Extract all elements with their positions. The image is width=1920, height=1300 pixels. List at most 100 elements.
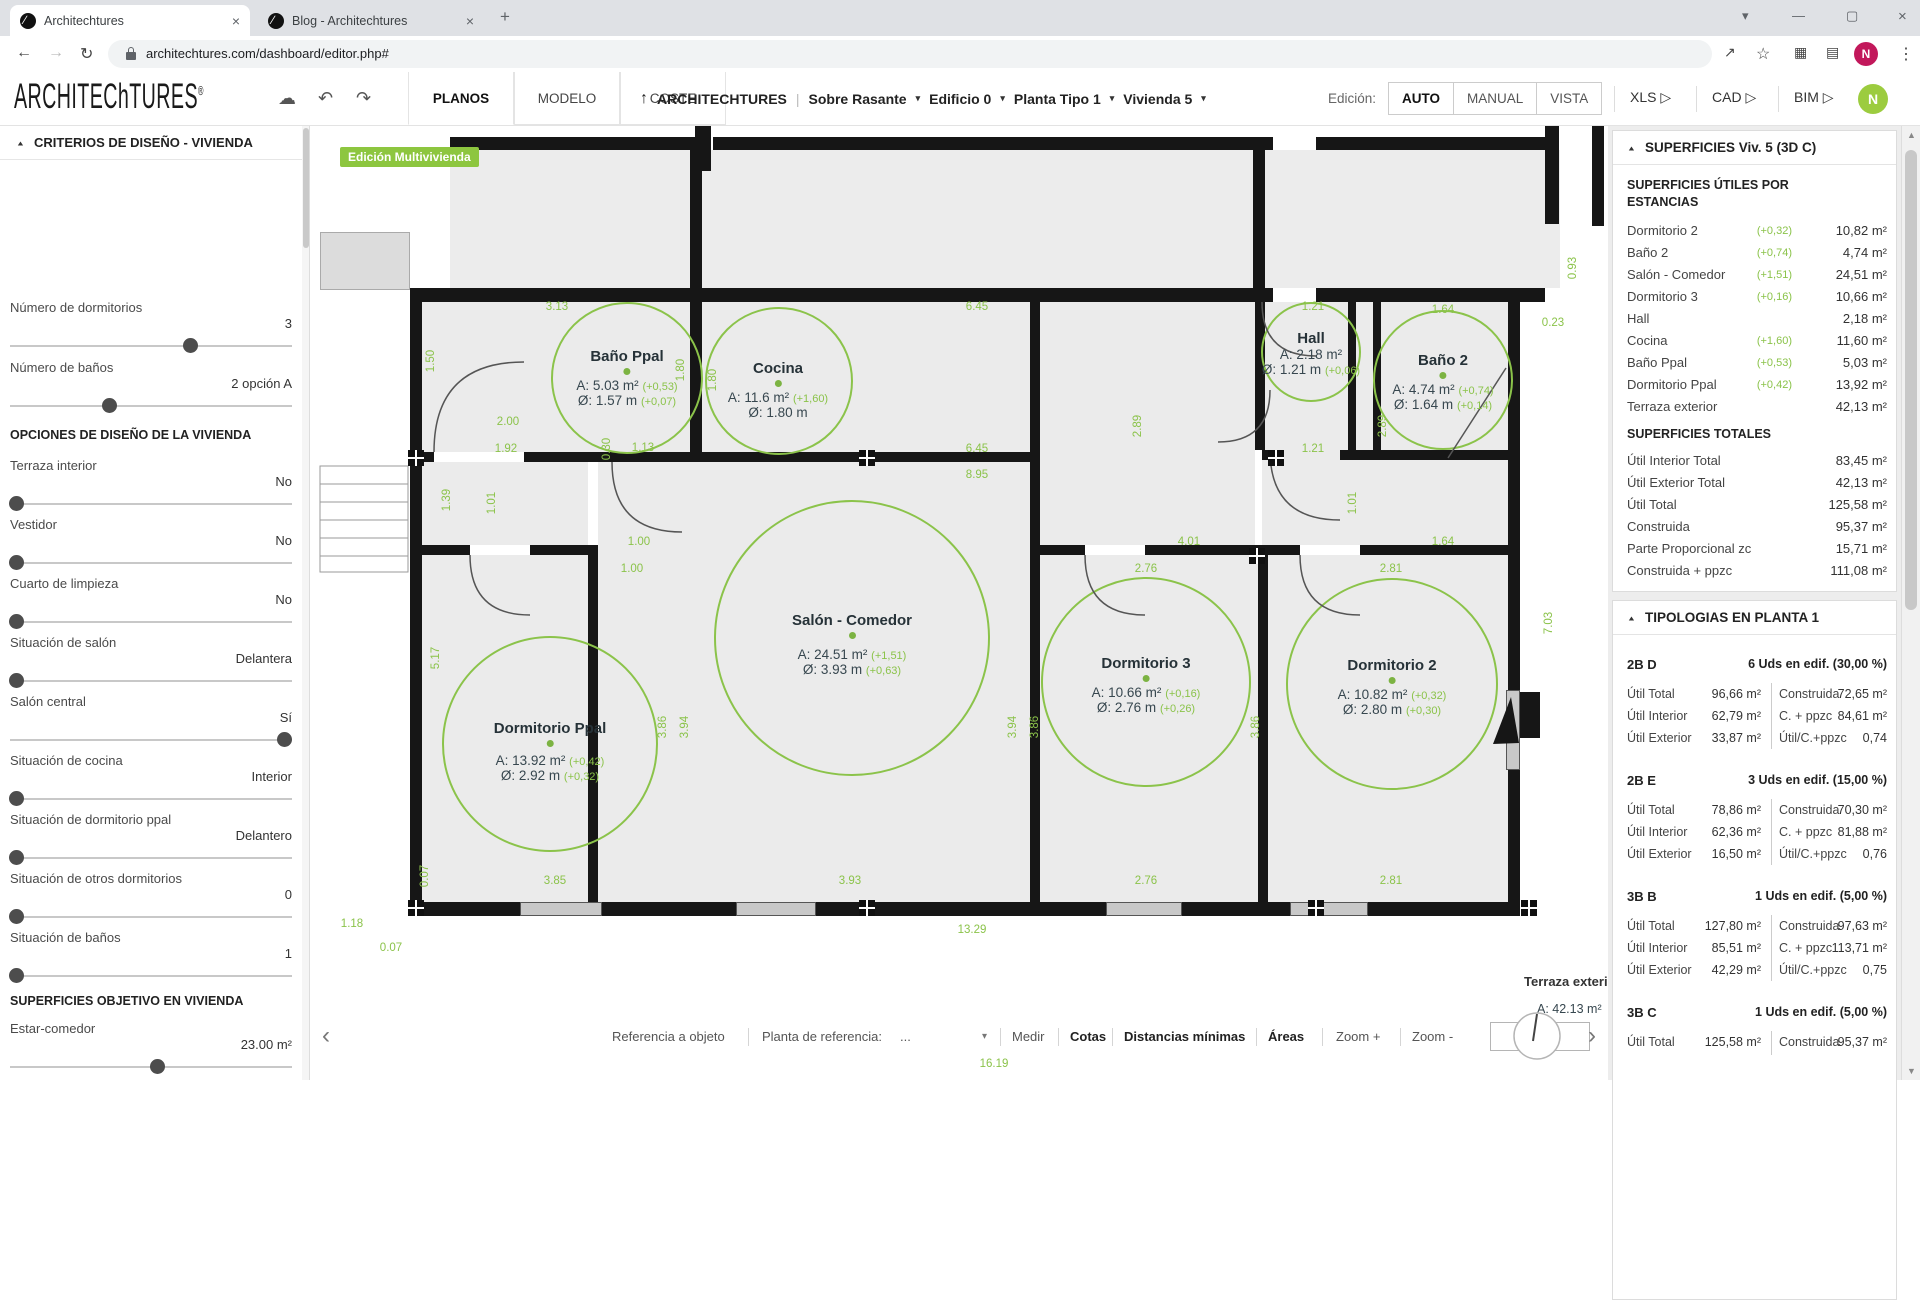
collapse-icon[interactable]: ▲ — [16, 139, 25, 147]
dimension-label: 13.29 — [958, 924, 987, 936]
mode-auto[interactable]: AUTO — [1389, 83, 1454, 114]
wall — [1040, 545, 1085, 555]
scroll-up-icon[interactable]: ▲ — [1907, 130, 1916, 140]
breadcrumb-planta[interactable]: Planta Tipo 1 — [1014, 91, 1101, 107]
scroll-down-icon[interactable]: ▼ — [1907, 1066, 1916, 1076]
collapse-left-panel-icon[interactable]: ‹ — [322, 1022, 330, 1050]
collapse-right-panel-icon[interactable]: › — [1588, 1022, 1596, 1050]
slider-track[interactable] — [10, 621, 292, 623]
edition-mode-switch: AUTO MANUAL VISTA — [1388, 82, 1602, 115]
wall — [524, 452, 702, 462]
dimension-label: 1.18 — [341, 918, 363, 930]
tab-planos[interactable]: PLANOS — [408, 72, 514, 125]
slider-thumb[interactable] — [9, 791, 24, 806]
export-xls-button[interactable]: XLS ▷ — [1630, 89, 1671, 106]
slider-thumb[interactable] — [150, 1059, 165, 1074]
slider-row: Número de dormitorios3 — [10, 298, 292, 356]
chevron-down-icon[interactable]: ▾ — [982, 1020, 987, 1054]
corridor-floor[interactable] — [1040, 302, 1255, 545]
slider-thumb[interactable] — [277, 732, 292, 747]
dimension-label: 1.64 — [1432, 304, 1454, 316]
slider-thumb[interactable] — [102, 398, 117, 413]
dimension-label: 8.95 — [966, 469, 988, 481]
measure-button[interactable]: Medir — [1012, 1020, 1045, 1054]
dimension-label: 2.89 — [1377, 415, 1389, 437]
divider — [1614, 86, 1615, 112]
slider-track[interactable] — [10, 345, 292, 347]
chevron-down-icon[interactable]: ▾ — [1201, 93, 1206, 104]
reference-plan-select[interactable]: ... — [900, 1020, 911, 1054]
breadcrumb-brand[interactable]: ARCHITECHTURES — [657, 91, 787, 107]
terrace-label: Terraza exterior — [1524, 974, 1621, 989]
slider-thumb[interactable] — [9, 968, 24, 983]
card-header[interactable]: ▲ TIPOLOGIAS EN PLANTA 1 — [1613, 601, 1896, 635]
slider-track[interactable] — [10, 562, 292, 564]
slider-track[interactable] — [10, 857, 292, 859]
wall — [1592, 116, 1604, 226]
dimension-label: 3.85 — [544, 875, 566, 887]
areas-toggle[interactable]: Áreas — [1268, 1020, 1304, 1054]
dimension-label: 6.45 — [966, 443, 988, 455]
collapse-icon[interactable]: ▲ — [1627, 614, 1636, 622]
tab-modelo[interactable]: MODELO — [514, 72, 620, 125]
room-label: Salón - Comedor A: 24.51 m² (+1,51) Ø: 3… — [792, 612, 912, 677]
room-label: Baño 2 A: 4.74 m² (+0,74) Ø: 1.64 m (+0,… — [1392, 352, 1493, 412]
slider-thumb[interactable] — [9, 850, 24, 865]
undo-icon[interactable]: ↶ — [318, 88, 333, 109]
slider-thumb[interactable] — [9, 555, 24, 570]
room-center-dot — [1440, 372, 1447, 379]
left-panel-scrollbar[interactable] — [302, 126, 310, 1080]
card-header[interactable]: ▲ SUPERFICIES Viv. 5 (3D C) — [1613, 131, 1896, 165]
slider-thumb[interactable] — [183, 338, 198, 353]
export-bim-button[interactable]: BIM ▷ — [1794, 89, 1834, 106]
slider-track[interactable] — [10, 503, 292, 505]
cloud-upload-icon[interactable]: ☁ — [278, 88, 296, 109]
dimensions-toggle[interactable]: Cotas — [1070, 1020, 1106, 1054]
snap-to-object-toggle[interactable]: Referencia a objeto — [612, 1020, 725, 1054]
section-header: OPCIONES DE DISEÑO DE LA VIVIENDA — [10, 428, 251, 442]
slider-thumb[interactable] — [9, 496, 24, 511]
slider-row: Situación de baños1 — [10, 928, 292, 986]
scrollbar-thumb[interactable] — [1905, 150, 1917, 610]
chevron-down-icon[interactable]: ▾ — [916, 93, 921, 104]
scrollbar-thumb[interactable] — [303, 128, 309, 248]
collapse-icon[interactable]: ▲ — [1627, 144, 1636, 152]
slider-track[interactable] — [10, 405, 292, 407]
divider — [1778, 86, 1779, 112]
slider-track[interactable] — [10, 916, 292, 918]
slider-track[interactable] — [10, 680, 292, 682]
slider-track[interactable] — [10, 798, 292, 800]
slider-track[interactable] — [10, 739, 292, 741]
export-cad-button[interactable]: CAD ▷ — [1712, 89, 1756, 106]
slider-row: Número de baños2 opción A — [10, 358, 292, 416]
dimension-label: 3.94 — [1007, 716, 1019, 738]
slider-thumb[interactable] — [9, 673, 24, 688]
chevron-down-icon[interactable]: ▾ — [1110, 93, 1115, 104]
surfaces-card: ▲ SUPERFICIES Viv. 5 (3D C) SUPERFICIES … — [1612, 130, 1897, 592]
room-name: Cocina — [728, 360, 828, 377]
compass-rotation-widget[interactable] — [1510, 1009, 1564, 1063]
slider-thumb[interactable] — [9, 614, 24, 629]
breadcrumb-sobre-rasante[interactable]: Sobre Rasante — [809, 91, 907, 107]
right-panel-scrollbar[interactable]: ▲ ▼ — [1901, 126, 1920, 1080]
user-avatar[interactable]: N — [1858, 84, 1888, 114]
mode-vista[interactable]: VISTA — [1537, 83, 1601, 114]
app-logo: ARCHITEChTURES® — [14, 78, 204, 119]
panel-header[interactable]: ▲ CRITERIOS DE DISEÑO - VIVIENDA — [0, 126, 309, 160]
dimension-label: 16.19 — [980, 1058, 1009, 1070]
zoom-in-button[interactable]: Zoom + — [1336, 1020, 1380, 1054]
export-icon: ▷ — [1823, 89, 1834, 105]
slider-track[interactable] — [10, 975, 292, 977]
level-up-icon[interactable]: ↑ — [640, 90, 648, 108]
breadcrumb-vivienda[interactable]: Vivienda 5 — [1123, 91, 1192, 107]
mode-manual[interactable]: MANUAL — [1454, 83, 1537, 114]
room-name: Baño 2 — [1392, 352, 1493, 369]
redo-icon[interactable]: ↷ — [356, 88, 371, 109]
zoom-out-button[interactable]: Zoom - — [1412, 1020, 1453, 1054]
min-distances-toggle[interactable]: Distancias mínimas — [1124, 1020, 1245, 1054]
slider-thumb[interactable] — [9, 909, 24, 924]
chevron-down-icon[interactable]: ▾ — [1000, 93, 1005, 104]
left-structure — [320, 232, 410, 290]
corridor-floor[interactable] — [1262, 450, 1508, 545]
breadcrumb-edificio[interactable]: Edificio 0 — [929, 91, 991, 107]
